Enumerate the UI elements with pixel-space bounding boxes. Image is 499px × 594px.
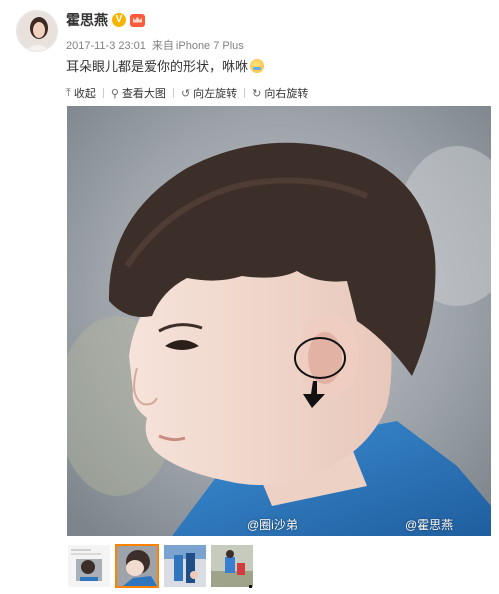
post-source[interactable]: iPhone 7 Plus [176, 40, 244, 52]
thumbnail-strip [68, 544, 253, 588]
image-watermark: @霍思燕 [405, 518, 454, 532]
zoom-icon: ⚲ [110, 87, 119, 100]
rotate-right-icon: ↻ [252, 87, 262, 100]
post-timestamp[interactable]: 2017-11-3 23:01 [66, 40, 146, 52]
thumbnail-3[interactable] [164, 545, 206, 587]
view-large-image-button[interactable]: ⚲ 查看大图 [111, 85, 166, 101]
image-watermark: @圈i沙弟 [247, 518, 298, 532]
toolbar-divider [172, 88, 174, 98]
rotate-right-button[interactable]: ↻ 向右旋转 [252, 85, 308, 101]
rotate-right-label: 向右旋转 [264, 88, 309, 100]
post-text-content: 耳朵眼儿都是爱你的形状，咻咻 [66, 59, 249, 74]
thumbnail-4[interactable] [211, 545, 253, 587]
post-text: 耳朵眼儿都是爱你的形状，咻咻 [66, 56, 265, 75]
rotate-left-icon: ↺ [180, 87, 191, 100]
collapse-button[interactable]: ⤒ 收起 [66, 85, 96, 101]
toolbar-divider [244, 88, 246, 98]
main-post-image[interactable]: @圈i沙弟 @霍思燕 [67, 106, 491, 536]
username[interactable]: 霍思燕 [66, 10, 108, 30]
post-meta: 2017-11-3 23:01 来自 iPhone 7 Plus [66, 37, 250, 53]
vip-crown-icon[interactable] [130, 13, 145, 27]
rotate-left-label: 向左旋转 [193, 88, 238, 100]
thumbnail-2[interactable] [115, 544, 159, 588]
happy-tears-emoji-icon [250, 58, 265, 73]
username-row: 霍思燕 V [66, 10, 145, 30]
verified-v-icon: V [112, 13, 126, 27]
source-prefix: 来自 [151, 40, 174, 52]
rotate-left-button[interactable]: ↺ 向左旋转 [181, 85, 237, 101]
collapse-up-icon: ⤒ [66, 86, 71, 99]
thumbnail-1[interactable] [68, 545, 110, 587]
view-large-label: 查看大图 [121, 88, 166, 100]
collapse-label: 收起 [73, 88, 96, 100]
thumbnail-indicator-dot [249, 585, 252, 588]
image-toolbar: ⤒ 收起 ⚲ 查看大图 ↺ 向左旋转 ↻ 向右旋转 [66, 84, 308, 102]
avatar[interactable] [16, 10, 58, 52]
toolbar-divider [102, 88, 104, 98]
